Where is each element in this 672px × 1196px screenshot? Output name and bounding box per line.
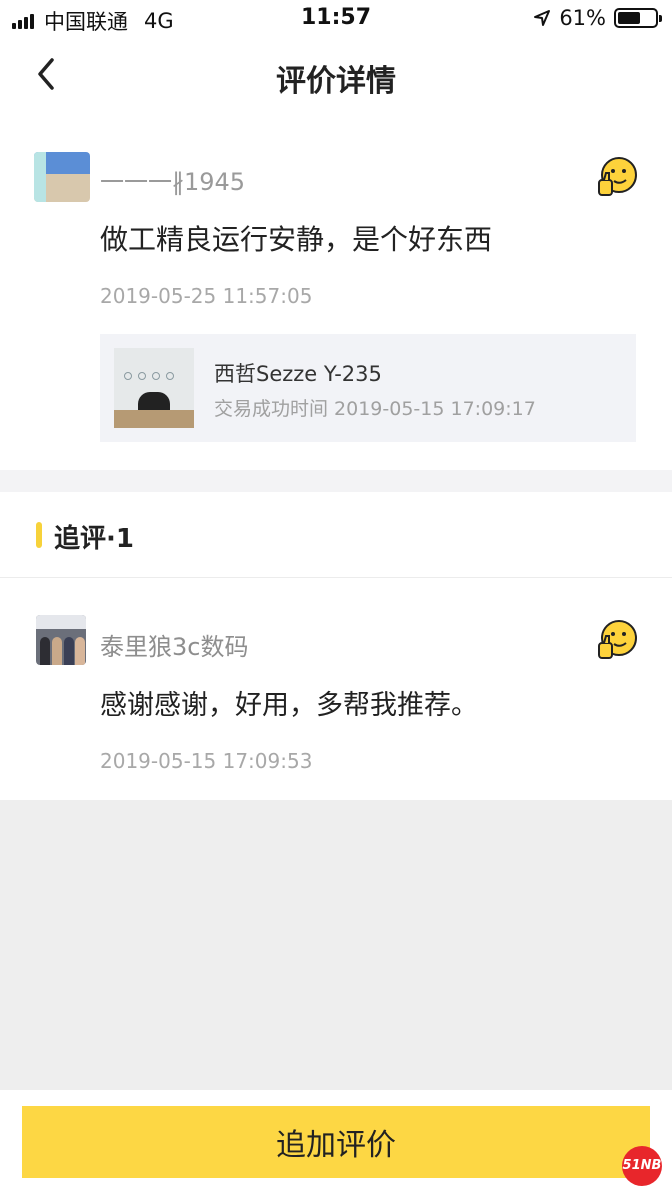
review-card: 一一一∦1945 做工精良运行安静，是个好东西 2019-05-25 11:57… — [0, 112, 672, 470]
reviewer-name: 一一一∦1945 — [100, 168, 246, 196]
followup-title: 追评·1 — [54, 524, 134, 554]
location-arrow-icon — [534, 10, 551, 26]
battery-icon — [614, 8, 662, 28]
section-accent-bar — [36, 522, 42, 548]
product-image — [114, 348, 194, 428]
nav-bar: 评价详情 — [0, 38, 672, 112]
section-divider — [0, 470, 672, 492]
followup-header: 追评·1 — [0, 492, 672, 578]
product-card[interactable]: 西哲Sezze Y-235 交易成功时间 2019-05-15 17:09:17 — [100, 334, 636, 442]
product-name: 西哲Sezze Y-235 — [214, 362, 382, 386]
bottom-bar: 追加评价 51NB — [0, 1090, 672, 1196]
battery-percent: 61% — [559, 6, 606, 30]
empty-area — [0, 800, 672, 1090]
review-text: 做工精良运行安静，是个好东西 — [100, 223, 493, 256]
page-title: 评价详情 — [276, 64, 396, 99]
status-bar: 中国联通 4G 11:57 61% — [0, 0, 672, 38]
watermark-logo: 51NB — [622, 1146, 662, 1186]
thumbs-up-emoji-icon[interactable] — [596, 619, 638, 661]
seller-name: 泰里狼3c数码 — [100, 633, 249, 661]
seller-avatar[interactable] — [36, 615, 86, 665]
status-right: 61% — [533, 6, 662, 30]
review-time: 2019-05-25 11:57:05 — [100, 284, 313, 308]
add-review-button[interactable]: 追加评价 — [22, 1106, 650, 1178]
avatar[interactable] — [34, 152, 90, 202]
reply-time: 2019-05-15 17:09:53 — [100, 749, 313, 773]
reply-card: 泰里狼3c数码 感谢感谢，好用，多帮我推荐。 2019-05-15 17:09:… — [0, 579, 672, 800]
thumbs-up-emoji-icon[interactable] — [596, 156, 638, 198]
product-deal-time: 交易成功时间 2019-05-15 17:09:17 — [214, 398, 536, 420]
battery-level — [618, 12, 640, 24]
reply-text: 感谢感谢，好用，多帮我推荐。 — [100, 690, 478, 721]
